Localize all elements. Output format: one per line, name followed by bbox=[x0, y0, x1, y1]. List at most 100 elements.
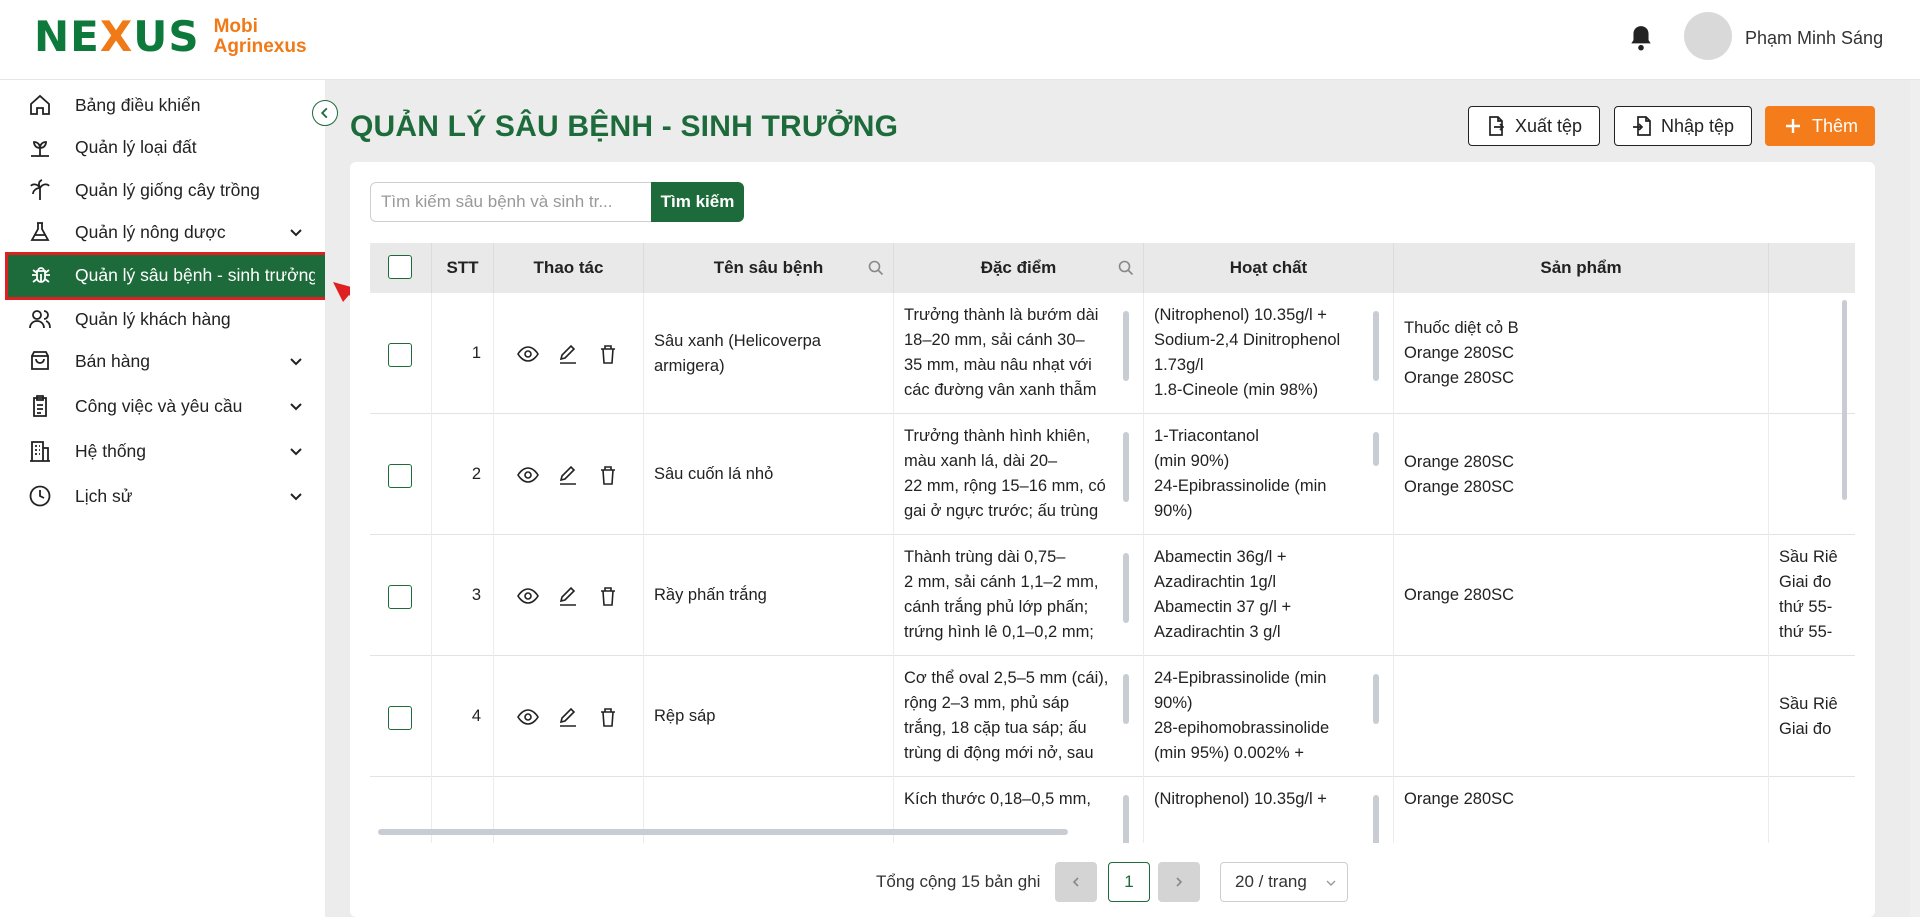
eye-icon[interactable] bbox=[517, 706, 539, 728]
pest-table: STT Thao tác Tên sâu bệnh Đặc điểm Hoạt … bbox=[370, 243, 1855, 843]
table-vertical-scrollbar[interactable] bbox=[1842, 300, 1847, 500]
search-button[interactable]: Tìm kiếm bbox=[651, 182, 744, 222]
add-button[interactable]: Thêm bbox=[1765, 106, 1875, 146]
select-all-cell bbox=[370, 243, 432, 293]
cell-scrollbar[interactable] bbox=[1373, 795, 1379, 843]
sidebar-item-pesticides[interactable]: Quản lý nông dược bbox=[0, 212, 325, 252]
ingredients-text: (Nitrophenol) 10.35g/l + bbox=[1154, 790, 1327, 808]
clipboard-icon bbox=[33, 395, 47, 417]
select-all-checkbox[interactable] bbox=[388, 255, 412, 279]
brand-name: Mobi Agrinexus bbox=[213, 16, 307, 57]
column-header-traits[interactable]: Đặc điểm bbox=[894, 243, 1144, 293]
products-text: Thuốc diệt cỏ B Orange 280SC Orange 280SC bbox=[1404, 319, 1519, 387]
eye-icon[interactable] bbox=[517, 464, 539, 486]
products-text: Orange 280SC bbox=[1404, 586, 1515, 604]
page-number-button[interactable]: 1 bbox=[1108, 862, 1150, 902]
sidebar-item-tasks[interactable]: Công việc và yêu cầu bbox=[0, 386, 325, 426]
pest-name: Rệp sáp bbox=[654, 707, 716, 725]
logo-mark: NEXUS bbox=[34, 12, 200, 61]
traits-text: Trưởng thành hình khiên, màu xanh lá, dài… bbox=[904, 427, 1106, 520]
row-checkbox[interactable] bbox=[388, 706, 412, 730]
users-icon bbox=[29, 310, 51, 329]
bug-icon bbox=[32, 267, 50, 283]
sidebar-item-pests[interactable]: Quản lý sâu bệnh - sinh trưởng bbox=[5, 252, 331, 300]
collapse-sidebar-button[interactable] bbox=[312, 100, 338, 126]
cell-scrollbar[interactable] bbox=[1123, 674, 1129, 724]
eye-icon[interactable] bbox=[517, 343, 539, 365]
chevron-down-icon bbox=[290, 403, 302, 411]
column-header-products: Sản phẩm bbox=[1394, 243, 1769, 293]
trash-icon[interactable] bbox=[597, 464, 619, 486]
top-header: NEXUS Mobi Agrinexus Phạm Minh Sáng bbox=[0, 0, 1920, 80]
edit-icon[interactable] bbox=[557, 706, 579, 728]
eye-icon[interactable] bbox=[517, 585, 539, 607]
traits-text: Kích thước 0,18–0,5 mm, bbox=[904, 790, 1091, 808]
shopping-bag-icon bbox=[31, 351, 49, 370]
row-checkbox[interactable] bbox=[388, 464, 412, 488]
chevron-down-icon bbox=[290, 358, 302, 366]
user-name[interactable]: Phạm Minh Sáng bbox=[1745, 28, 1883, 49]
sidebar-item-soil[interactable]: Quản lý loại đất bbox=[0, 127, 325, 167]
trash-icon[interactable] bbox=[597, 706, 619, 728]
sidebar-item-sales[interactable]: Bán hàng bbox=[0, 341, 325, 381]
import-file-button[interactable]: Nhập tệp bbox=[1614, 106, 1752, 146]
cell-scrollbar[interactable] bbox=[1123, 311, 1129, 381]
pest-name: Sâu xanh (Helicoverpa armigera) bbox=[654, 332, 821, 375]
chevron-down-icon bbox=[290, 229, 302, 237]
bell-icon[interactable] bbox=[1628, 24, 1654, 52]
cell-scrollbar[interactable] bbox=[1123, 795, 1129, 843]
avatar[interactable] bbox=[1684, 12, 1732, 60]
extra-text: Sầu Riê Giai đo bbox=[1779, 695, 1838, 738]
pest-name: Rầy phấn trắng bbox=[654, 586, 767, 604]
page-scrollbar[interactable] bbox=[1910, 80, 1920, 917]
search-icon[interactable] bbox=[867, 259, 885, 277]
sidebar-item-dashboard[interactable]: Bảng điều khiển bbox=[0, 85, 325, 125]
cell-scrollbar[interactable] bbox=[1373, 432, 1379, 466]
edit-icon[interactable] bbox=[557, 343, 579, 365]
file-import-icon bbox=[1633, 116, 1651, 136]
building-icon bbox=[30, 441, 50, 462]
column-header-stt: STT bbox=[432, 243, 494, 293]
column-header-name[interactable]: Tên sâu bệnh bbox=[644, 243, 894, 293]
ingredients-text: Abamectin 36g/l + Azadirachtin 1g/l Abamec… bbox=[1154, 548, 1292, 641]
extra-text: Sầu Riê Giai đo thứ 55- thứ 55- bbox=[1779, 548, 1838, 641]
chevron-down-icon bbox=[290, 448, 302, 456]
pest-name: Sâu cuốn lá nhỏ bbox=[654, 465, 774, 483]
next-page-button[interactable] bbox=[1158, 862, 1200, 902]
ingredients-text: 1-Triacontanol (min 90%) 24-Epibrassinolid… bbox=[1154, 427, 1327, 520]
traits-text: Cơ thể oval 2,5–5 mm (cái), rộng 2–3 mm, … bbox=[904, 669, 1109, 762]
cell-scrollbar[interactable] bbox=[1373, 311, 1379, 381]
app-logo[interactable]: NEXUS Mobi Agrinexus bbox=[34, 12, 307, 62]
prev-page-button[interactable] bbox=[1055, 862, 1097, 902]
page-size-select[interactable]: 20 / trang bbox=[1220, 862, 1348, 902]
cell-scrollbar[interactable] bbox=[1123, 553, 1129, 623]
sidebar-item-system[interactable]: Hệ thống bbox=[0, 431, 325, 471]
sidebar-item-history[interactable]: Lịch sử bbox=[0, 476, 325, 516]
traits-text: Trưởng thành là bướm dài 18–20 mm, sải cá… bbox=[904, 306, 1099, 399]
trash-icon[interactable] bbox=[597, 585, 619, 607]
ingredients-text: (Nitrophenol) 10.35g/l + Sodium-2,4 Dinit… bbox=[1154, 306, 1341, 399]
clock-icon bbox=[29, 485, 51, 507]
export-file-button[interactable]: Xuất tệp bbox=[1468, 106, 1600, 146]
search-icon[interactable] bbox=[1117, 259, 1135, 277]
cell-scrollbar[interactable] bbox=[1373, 674, 1379, 724]
total-records: Tổng cộng 15 bản ghi bbox=[876, 872, 1041, 891]
chevron-left-icon bbox=[1072, 877, 1079, 887]
search-input[interactable]: Tìm kiếm sâu bệnh và sinh tr... bbox=[370, 182, 652, 222]
edit-icon[interactable] bbox=[557, 464, 579, 486]
sprout-icon bbox=[31, 141, 49, 157]
file-export-icon bbox=[1489, 116, 1505, 136]
chevron-right-icon bbox=[1176, 877, 1183, 887]
table-horizontal-scrollbar[interactable] bbox=[378, 829, 1068, 835]
sidebar-item-customers[interactable]: Quản lý khách hàng bbox=[0, 299, 325, 339]
sidebar-item-crops[interactable]: Quản lý giống cây trồng bbox=[0, 170, 325, 210]
row-checkbox[interactable] bbox=[388, 343, 412, 367]
table-row: 4 Rệp sáp Cơ thể oval 2,5–5 mm (cái), rộn… bbox=[370, 656, 1855, 777]
products-text: Orange 280SC Orange 280SC bbox=[1404, 453, 1515, 496]
table-row: 1 Sâu xanh (Helicoverpa armigera) Trưởng… bbox=[370, 293, 1855, 414]
trash-icon[interactable] bbox=[597, 343, 619, 365]
row-checkbox[interactable] bbox=[388, 585, 412, 609]
edit-icon[interactable] bbox=[557, 585, 579, 607]
flask-icon bbox=[30, 222, 50, 241]
cell-scrollbar[interactable] bbox=[1123, 432, 1129, 502]
